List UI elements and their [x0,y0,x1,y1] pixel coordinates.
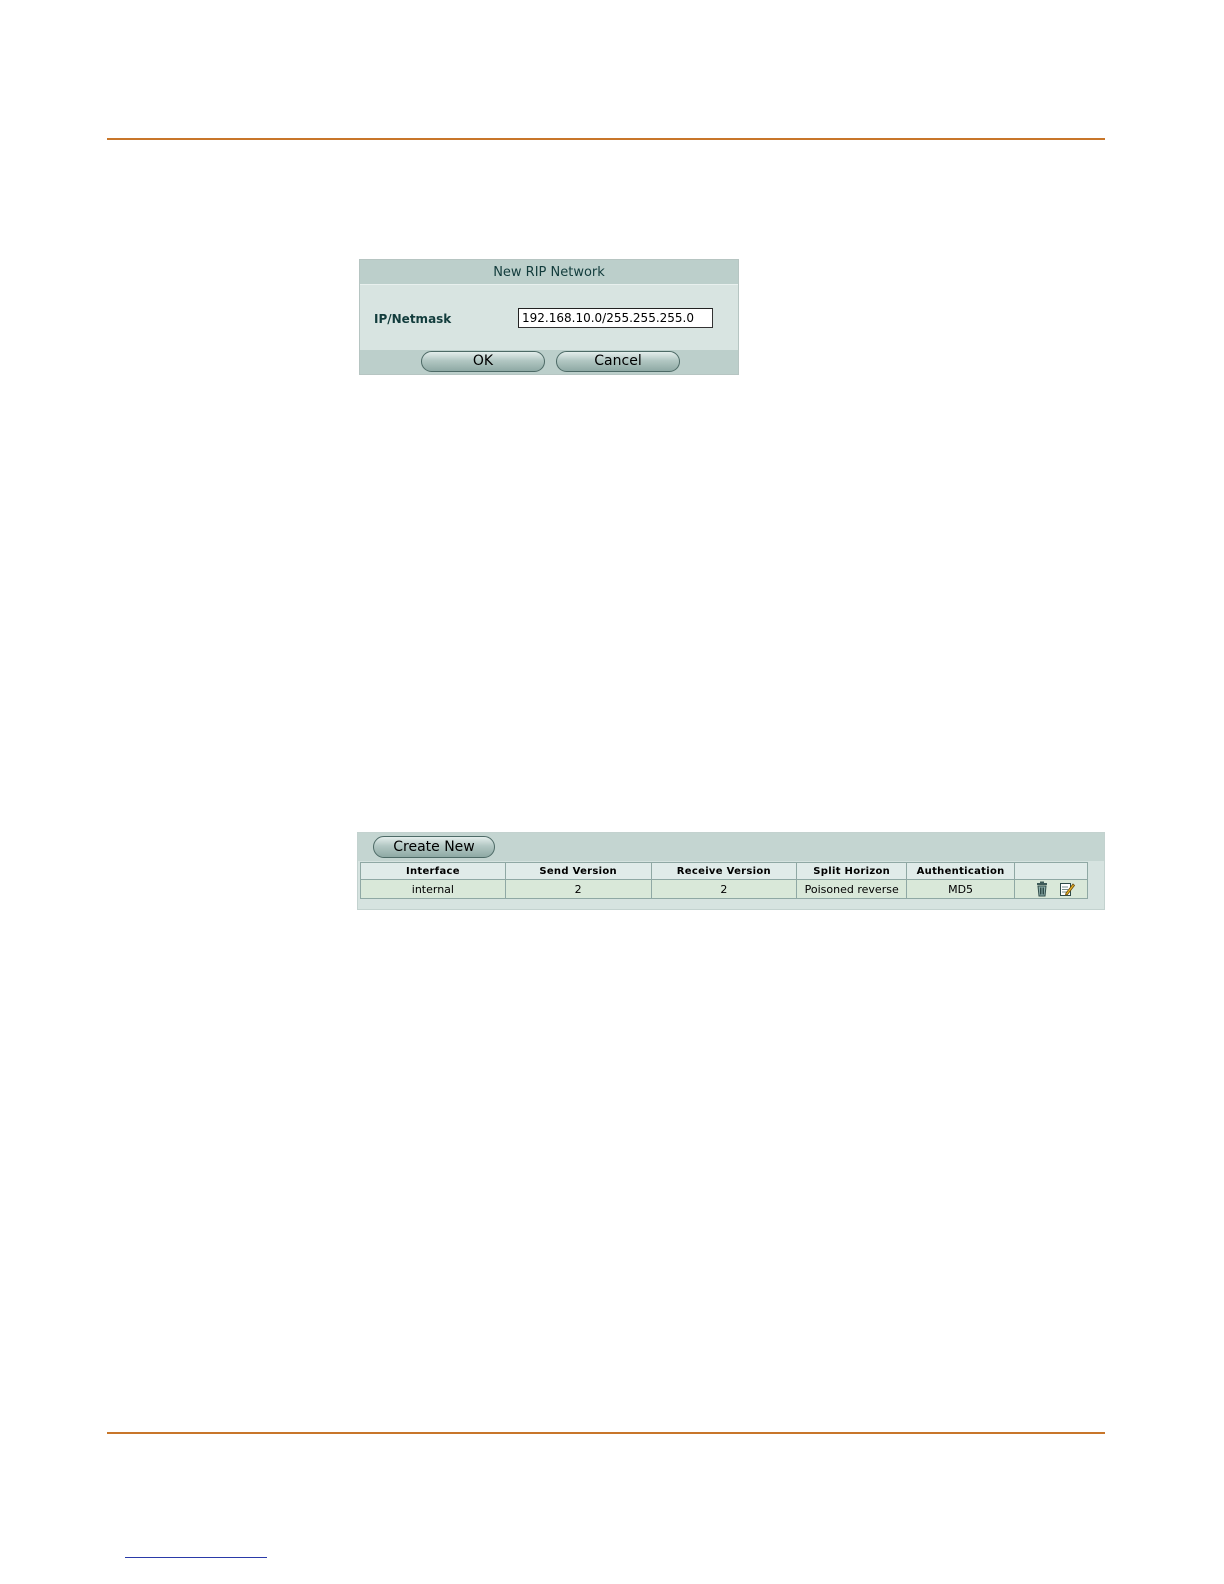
new-rip-network-dialog: New RIP Network IP/Netmask OK Cancel [359,259,739,375]
list-toolbar: Create New [358,833,1104,861]
rip-interface-list: Create New Interface Send Version Receiv… [357,832,1105,910]
column-header-send-version: Send Version [504,862,652,880]
trash-icon[interactable] [1034,881,1050,897]
table-header-row: Interface Send Version Receive Version S… [360,862,1088,880]
column-header-interface: Interface [360,862,506,880]
column-header-receive-version: Receive Version [650,862,798,880]
cell-actions [1014,879,1088,899]
bottom-divider [107,1432,1105,1434]
ok-button[interactable]: OK [421,351,545,372]
ip-netmask-input[interactable] [518,308,713,328]
ip-netmask-label: IP/Netmask [374,312,452,326]
cell-send-version: 2 [504,879,652,899]
table-row[interactable]: internal 2 2 Poisoned reverse MD5 [360,879,1088,899]
cancel-button[interactable]: Cancel [556,351,680,372]
footer-link-underline [125,1557,267,1558]
cell-interface: internal [360,879,506,899]
top-divider [107,138,1105,140]
create-new-button[interactable]: Create New [373,836,495,858]
edit-icon[interactable] [1059,881,1076,897]
column-header-actions [1014,862,1088,880]
ip-netmask-row: IP/Netmask [360,306,738,332]
cell-authentication: MD5 [906,879,1016,899]
cell-receive-version: 2 [650,879,798,899]
interface-table: Interface Send Version Receive Version S… [360,862,1088,899]
column-header-authentication: Authentication [906,862,1016,880]
cell-split-horizon: Poisoned reverse [796,879,908,899]
dialog-title: New RIP Network [360,260,738,285]
dialog-footer: OK Cancel [360,350,738,374]
column-header-split-horizon: Split Horizon [796,862,908,880]
